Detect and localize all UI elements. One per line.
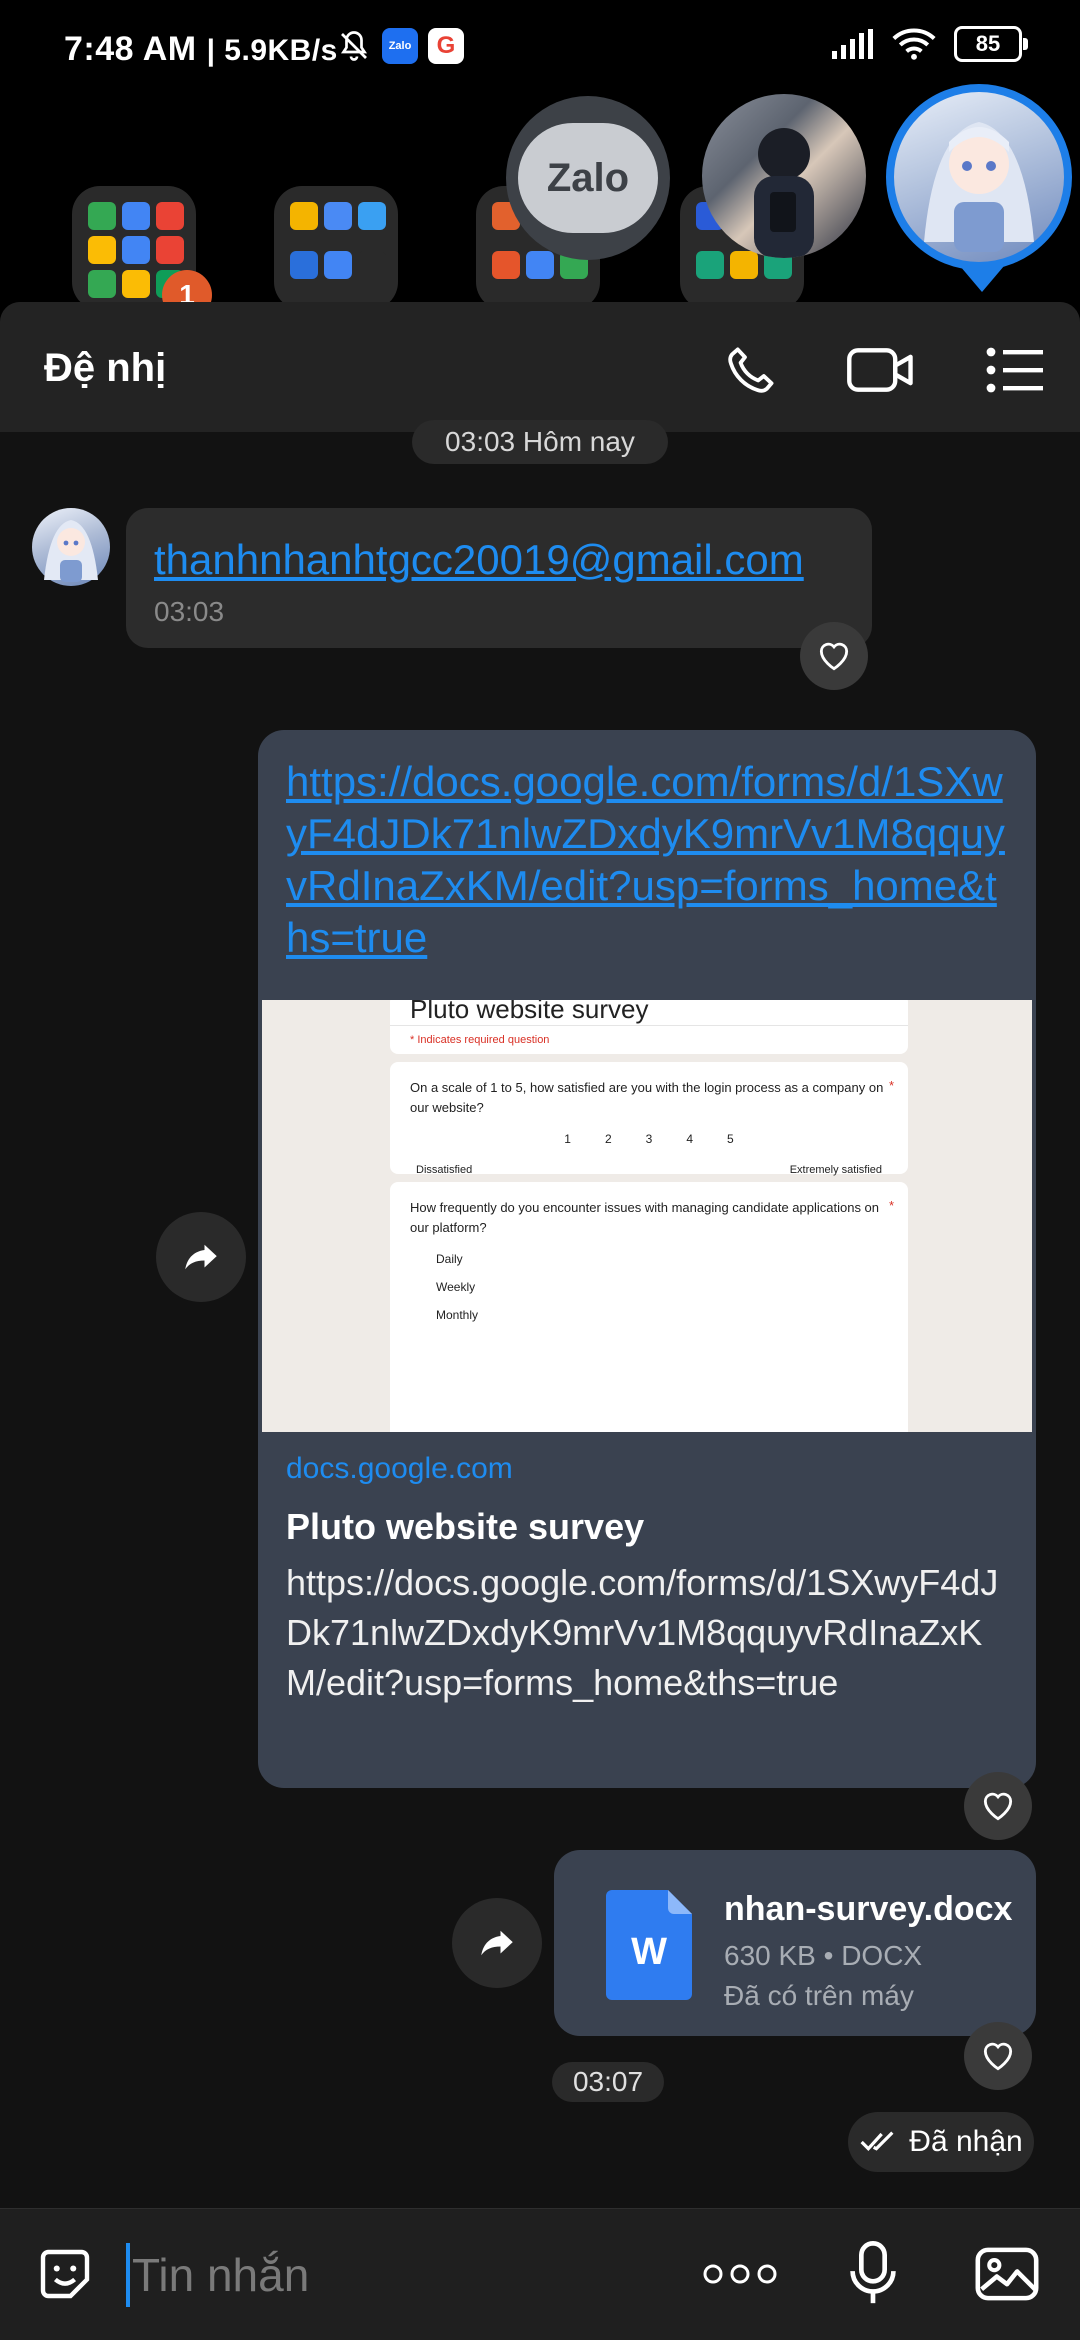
preview-q2-text: How frequently do you encounter issues w… (390, 1182, 908, 1238)
link-description: https://docs.google.com/forms/d/1SXwyF4d… (286, 1562, 999, 1703)
share-icon (185, 1244, 217, 1270)
heart-icon (983, 1792, 1013, 1821)
file-size-type: 630 KB • DOCX (724, 1940, 923, 1971)
scale-4: 4 (686, 1132, 694, 1146)
app-folder-tools[interactable] (274, 186, 398, 310)
clock: 7:48 AM (64, 30, 197, 68)
google-notif-icon: G (428, 28, 464, 64)
date-divider: 03:03 Hôm nay (412, 420, 668, 464)
preview-q2-label: How frequently do you encounter issues w… (410, 1200, 880, 1235)
photo-picker-button[interactable] (972, 2239, 1042, 2309)
preview-q1-required: * (888, 1078, 894, 1093)
message-time: 03:03 (154, 596, 225, 627)
signal-icon (832, 29, 873, 59)
message-composer: Tin nhắn (0, 2208, 1080, 2340)
zalo-logo-icon: Zalo (518, 123, 658, 233)
status-bar: 7:48 AM | 5.9KB/s Zalo G 85 (0, 0, 1080, 100)
react-heart-button[interactable] (800, 622, 868, 690)
link-preview-meta: docs.google.com Pluto website survey htt… (286, 1452, 1016, 1708)
preview-option-monthly: Monthly (436, 1308, 479, 1322)
video-call-button[interactable] (846, 338, 916, 402)
heart-icon (819, 642, 849, 671)
conversation-title[interactable]: Đệ nhị (44, 346, 166, 391)
preview-question-1: On a scale of 1 to 5, how satisfied are … (390, 1062, 908, 1176)
svg-text:W: W (631, 1931, 667, 1973)
email-link[interactable]: thanhnhanhtgcc20019@gmail.com (154, 536, 844, 584)
link-title: Pluto website survey (286, 1506, 645, 1547)
word-file-icon: W (606, 1890, 692, 2000)
react-heart-button-file[interactable] (964, 2022, 1032, 2090)
mic-icon (850, 2241, 896, 2304)
zalo-notif-label: Zalo (388, 40, 412, 52)
double-check-icon (860, 2131, 894, 2151)
user-photo-avatar (754, 128, 814, 258)
message-input[interactable]: Tin nhắn (126, 2243, 646, 2307)
preview-q2-required: * (888, 1198, 894, 1213)
menu-icon (986, 347, 1043, 393)
active-head-pointer (960, 266, 1004, 292)
google-notif-label: G (436, 32, 456, 59)
heart-icon (983, 2042, 1013, 2071)
voice-message-button[interactable] (838, 2239, 908, 2309)
zalo-logo-text: Zalo (546, 155, 630, 200)
chat-head-user-photo[interactable] (702, 94, 866, 258)
preview-option-daily: Daily (436, 1252, 463, 1266)
delivery-status: Đã nhận (848, 2112, 1034, 2172)
delivery-status-text: Đã nhận (909, 2125, 1023, 2158)
sticker-button[interactable] (30, 2239, 100, 2309)
forward-link-button[interactable] (156, 1212, 246, 1302)
react-heart-button-link[interactable] (964, 1772, 1032, 1840)
link-domain: docs.google.com (286, 1452, 513, 1485)
form-url-link[interactable]: https://docs.google.com/forms/d/1SXwyF4d… (286, 758, 1005, 961)
video-icon (847, 348, 913, 392)
anime-avatar-small (44, 520, 98, 582)
file-name: nhan-survey.docx (724, 1890, 1013, 1928)
outgoing-link-message[interactable]: https://docs.google.com/forms/d/1SXwyF4d… (258, 730, 1036, 1788)
forward-file-button[interactable] (452, 1898, 542, 1988)
scale-1: 1 (564, 1132, 571, 1146)
preview-form-title: Pluto website survey (410, 1000, 649, 1024)
preview-q1-text: On a scale of 1 to 5, how satisfied are … (390, 1062, 908, 1118)
preview-scale-labels: Dissatisfied Extremely satisfied (390, 1146, 908, 1176)
link-preview-image[interactable]: Pluto website survey * Indicates require… (262, 1000, 1032, 1432)
image-icon (975, 2247, 1039, 2301)
zalo-notif-icon: Zalo (382, 28, 418, 64)
file-message-time: 03:07 (552, 2062, 664, 2102)
sender-avatar[interactable] (32, 508, 110, 586)
chat-header: Đệ nhị (0, 302, 1080, 432)
sticker-icon (40, 2249, 90, 2299)
incoming-message-bubble[interactable]: thanhnhanhtgcc20019@gmail.com 03:03 (126, 508, 872, 648)
scale-high-label: Extremely satisfied (789, 1164, 882, 1176)
outgoing-file-message[interactable]: W nhan-survey.docx 630 KB • DOCX Đã có t… (554, 1850, 1036, 2036)
preview-required-note: * Indicates required question (390, 1025, 908, 1054)
more-icon (703, 2264, 777, 2284)
preview-option-weekly: Weekly (436, 1280, 476, 1294)
anime-avatar (924, 122, 1034, 252)
net-speed: | 5.9KB/s (206, 34, 338, 67)
status-time: 7:48 AM | 5.9KB/s (64, 30, 338, 69)
scale-3: 3 (645, 1132, 653, 1146)
share-icon (481, 1930, 513, 1956)
conversation-menu-button[interactable] (980, 338, 1050, 402)
scale-5: 5 (727, 1132, 734, 1146)
chat-panel: Đệ nhị 03:03 Hôm nay thanhnhanhtgcc20019… (0, 302, 1080, 2340)
more-options-button[interactable] (700, 2239, 780, 2309)
preview-q1-label: On a scale of 1 to 5, how satisfied are … (410, 1080, 884, 1115)
zalo-chat-head[interactable]: Zalo (506, 96, 670, 260)
preview-scale: 1 2 3 4 5 (390, 1132, 908, 1146)
phone-icon (728, 347, 774, 393)
preview-form-header: Pluto website survey * Indicates require… (390, 1000, 908, 1054)
notification-icons: Zalo G (336, 28, 464, 64)
voice-call-button[interactable] (716, 338, 786, 402)
scale-low-label: Dissatisfied (416, 1164, 473, 1176)
chat-head-active-anime-avatar[interactable] (886, 84, 1072, 270)
status-right: 85 (830, 26, 1028, 62)
preview-question-2: How frequently do you encounter issues w… (390, 1182, 908, 1432)
scale-2: 2 (604, 1132, 612, 1146)
battery-indicator: 85 (954, 26, 1028, 62)
wifi-icon (892, 28, 936, 60)
bell-off-icon (340, 31, 368, 61)
file-download-status: Đã có trên máy (724, 1980, 914, 2011)
battery-level: 85 (975, 31, 1001, 56)
